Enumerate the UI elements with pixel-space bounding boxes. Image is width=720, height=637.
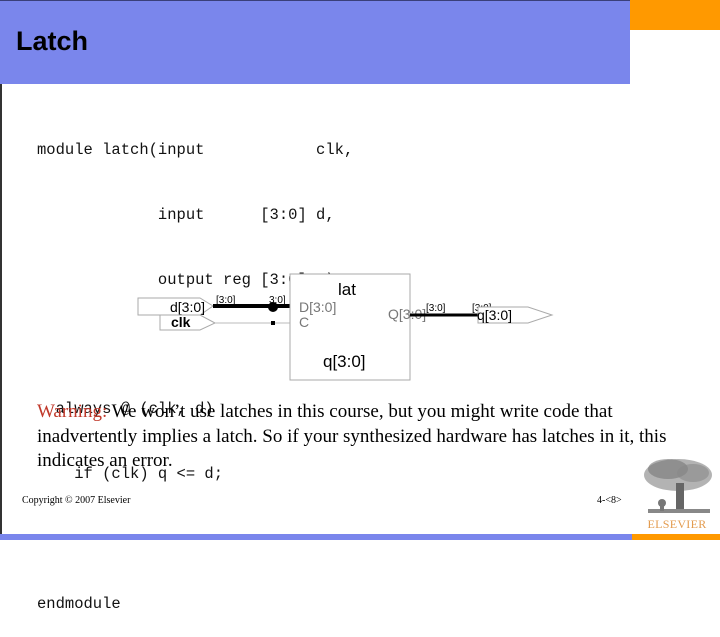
- accent-block: [630, 0, 720, 30]
- output-q-label: q[3:0]: [477, 307, 512, 323]
- input-d-label: d[3:0]: [170, 299, 205, 315]
- input-clk-label: clk: [171, 314, 191, 330]
- left-border: [0, 84, 2, 534]
- pin-d-label: D[3:0]: [299, 299, 336, 315]
- elsevier-logo: ELSEVIER: [638, 455, 716, 533]
- logo-text: ELSEVIER: [647, 517, 707, 531]
- code-line: module latch(input clk,: [37, 141, 354, 160]
- tree-icon: [644, 459, 712, 513]
- warning-text: We won’t use latches in this course, but…: [37, 401, 667, 471]
- copyright: Copyright © 2007 Elsevier: [22, 495, 131, 506]
- pin-c-label: C: [299, 314, 309, 330]
- cell-name: lat: [338, 280, 356, 299]
- code-line: endmodule: [37, 594, 121, 613]
- cell-instance: q[3:0]: [323, 352, 366, 371]
- footer-strip-blue: [0, 534, 632, 540]
- bus-label-in-2: 3:0]: [269, 295, 286, 306]
- latch-schematic: d[3:0] clk [3:0] 3:0] lat D[3:0] C Q[3:0…: [137, 273, 554, 381]
- bus-label-in-1: [3:0]: [216, 295, 236, 306]
- clk-junction: [271, 321, 275, 325]
- warning-label: Warning:: [37, 401, 108, 422]
- footer-strip-orange: [632, 534, 720, 540]
- title-bar: Latch: [0, 0, 630, 84]
- bus-label-out-1: [3:0]: [426, 303, 446, 314]
- warning-paragraph: Warning: We won’t use latches in this co…: [37, 400, 687, 474]
- slide-title: Latch: [16, 26, 89, 56]
- code-line: input [3:0] d,: [37, 205, 335, 224]
- page-number: 4-<8>: [597, 495, 622, 506]
